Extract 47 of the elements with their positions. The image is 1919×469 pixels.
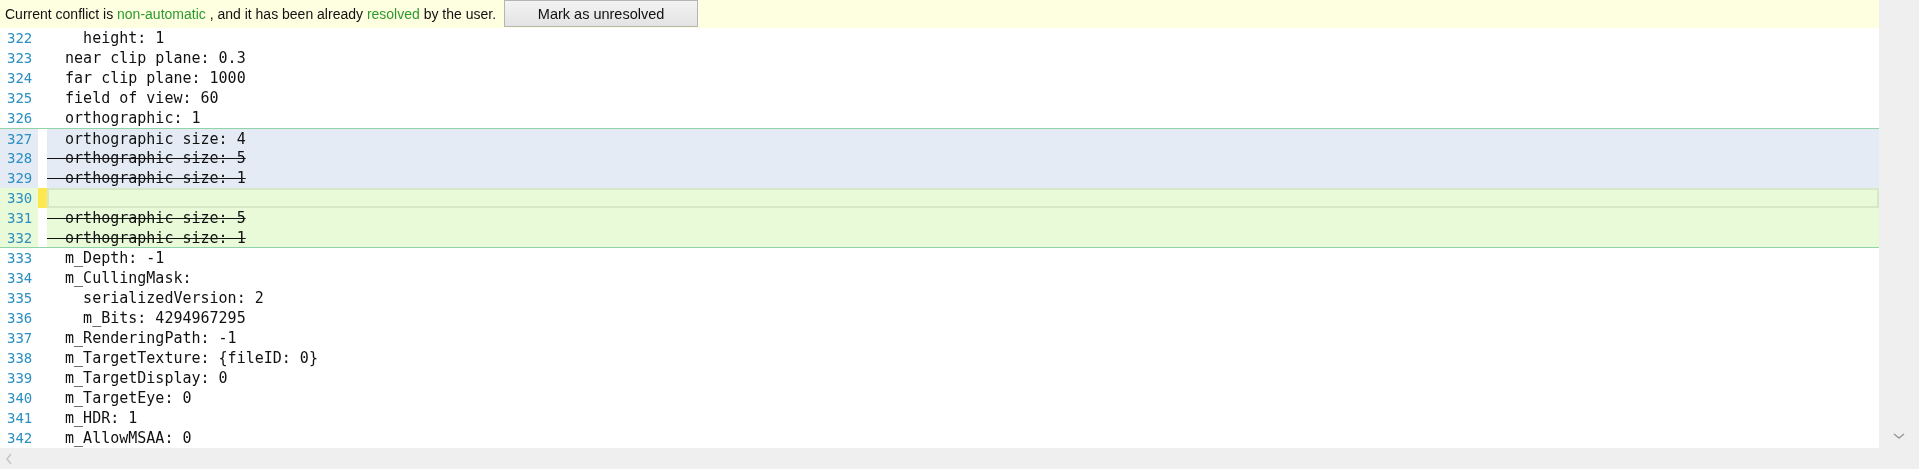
line-number: 338 [6,349,34,368]
line-number: 340 [6,389,34,408]
line-number: 333 [6,249,34,268]
code-line: orthographic size: 1 [64,229,246,247]
code-line: field of view: 60 [64,89,219,107]
vertical-scrollbar[interactable] [1879,0,1919,469]
horizontal-scrollbar[interactable] [0,448,1879,469]
scroll-left-icon[interactable] [4,451,14,466]
line-number: 327 [0,129,38,148]
code-line: m_TargetTexture: {fileID: 0} [64,349,318,367]
conflict-message: Current conflict is non-automatic , and it has been already resolved by the user. [4,6,497,22]
code-line: m_Depth: -1 [64,249,165,267]
line-number: 323 [6,49,34,68]
code-line: serializedVersion: 2 [82,289,264,307]
line-number: 326 [6,109,34,128]
code-line: m_HDR: 1 [64,409,138,427]
scroll-down-icon[interactable] [1892,431,1906,441]
code-line: orthographic: 1 [64,109,201,127]
line-number: 339 [6,369,34,388]
line-number: 342 [6,429,34,448]
line-number: 324 [6,69,34,88]
code-line: near clip plane: 0.3 [64,49,246,67]
mark-unresolved-button[interactable]: Mark as unresolved [504,0,699,27]
line-number: 341 [6,409,34,428]
code-line: far clip plane: 1000 [64,69,246,87]
line-number: 331 [0,208,38,228]
line-number: 330 [0,188,38,208]
code-line: m_Bits: 4294967295 [82,309,246,327]
code-line: m_RenderingPath: -1 [64,329,237,347]
code-line: orthographic size: 4 [64,130,246,148]
line-number: 322 [6,29,34,48]
code-line: m_AllowMSAA: 0 [64,429,192,447]
line-number: 332 [0,228,38,247]
line-number: 328 [0,148,38,168]
code-line: orthographic size: 1 [64,169,246,187]
line-number: 335 [6,289,34,308]
code-line: m_TargetDisplay: 0 [64,369,228,387]
line-number: 337 [6,329,34,348]
line-number: 334 [6,269,34,288]
code-line: m_TargetEye: 0 [64,389,192,407]
line-number: 329 [0,168,38,188]
line-number: 325 [6,89,34,108]
code-line: orthographic size: 5 [64,209,246,227]
line-number: 336 [6,309,34,328]
code-line: height: 1 [82,29,165,47]
code-line: m_CullingMask: [64,269,192,287]
code-line: orthographic size: 5 [64,149,246,167]
